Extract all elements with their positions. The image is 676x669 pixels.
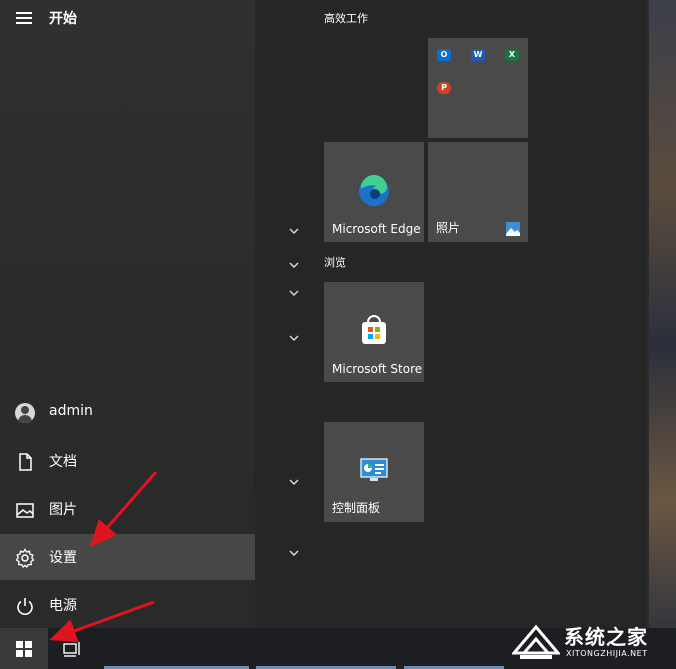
document-icon <box>19 453 32 471</box>
start-title: 开始 <box>49 11 77 27</box>
powerpoint-icon: P <box>437 82 451 94</box>
control-panel-tile-label: 控制面板 <box>332 501 381 515</box>
documents-label: 文档 <box>49 454 77 470</box>
chevron-down-icon[interactable] <box>287 333 301 343</box>
pictures-icon <box>16 503 34 518</box>
store-bag-icon <box>362 315 386 344</box>
windows-logo-icon <box>16 641 32 657</box>
office-tile[interactable]: O W X P <box>428 38 528 138</box>
chevron-down-icon[interactable] <box>287 477 301 487</box>
excel-icon: X <box>505 49 519 61</box>
user-avatar-icon <box>15 403 35 423</box>
user-account-item[interactable]: admin <box>0 390 255 436</box>
hamburger-menu-icon[interactable] <box>14 10 34 26</box>
edge-logo-icon <box>359 174 389 206</box>
photos-icon <box>506 222 520 236</box>
watermark-url: XITONGZHIJIA.NET <box>566 649 648 658</box>
start-menu: 开始 admin 文档 图片 设置 电源 高效工作 浏览 O W X P Mic… <box>0 0 649 628</box>
power-label: 电源 <box>49 598 77 614</box>
desktop-wallpaper <box>649 0 676 628</box>
store-tile-label: Microsoft Store <box>332 362 423 376</box>
chevron-down-icon[interactable] <box>287 260 301 270</box>
start-button[interactable] <box>0 628 48 669</box>
settings-item[interactable]: 设置 <box>0 534 255 580</box>
watermark-title: 系统之家 <box>564 625 648 649</box>
power-icon <box>17 598 33 615</box>
watermark: 系统之家 XITONGZHIJIA.NET <box>508 617 676 669</box>
photos-tile[interactable]: 照片 <box>428 142 528 242</box>
documents-item[interactable]: 文档 <box>0 438 255 484</box>
settings-label: 设置 <box>49 550 77 566</box>
start-header: 开始 <box>0 0 255 36</box>
gear-icon <box>15 548 35 569</box>
group-label-explore[interactable]: 浏览 <box>324 254 346 270</box>
user-name: admin <box>49 403 93 419</box>
task-view-icon[interactable] <box>62 640 82 658</box>
chevron-down-icon[interactable] <box>287 288 301 298</box>
control-panel-icon <box>360 458 388 481</box>
store-tile[interactable]: Microsoft Store <box>324 282 424 382</box>
chevron-down-icon[interactable] <box>287 548 301 558</box>
photos-tile-label: 照片 <box>436 221 461 235</box>
pictures-item[interactable]: 图片 <box>0 486 255 532</box>
group-label-productivity[interactable]: 高效工作 <box>324 10 368 26</box>
start-left-pane: 开始 admin 文档 图片 设置 电源 <box>0 0 255 628</box>
edge-tile-label: Microsoft Edge <box>332 222 421 236</box>
chevron-down-icon[interactable] <box>287 226 301 236</box>
watermark-logo-icon <box>512 624 560 659</box>
word-icon: W <box>471 49 485 61</box>
edge-tile[interactable]: Microsoft Edge <box>324 142 424 242</box>
power-item[interactable]: 电源 <box>0 582 255 628</box>
control-panel-tile[interactable]: 控制面板 <box>324 422 424 522</box>
outlook-icon: O <box>437 49 451 61</box>
pictures-label: 图片 <box>49 502 77 518</box>
